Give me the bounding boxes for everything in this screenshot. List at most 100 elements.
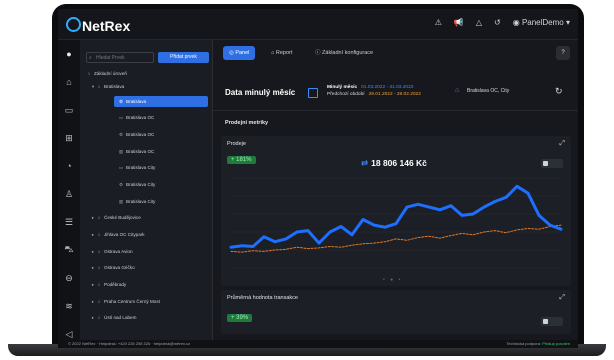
- gear-icon: ⚙: [118, 99, 124, 104]
- store-icon: ⌂: [97, 265, 101, 270]
- tree-leaf-label: Bratislava OC: [126, 149, 155, 154]
- chart-icon[interactable]: ◔: [58, 152, 80, 180]
- tree-node[interactable]: ▸ ⌂ Jihlava OC Citypark: [90, 229, 145, 240]
- tab-panel[interactable]: ◎ Panel: [223, 46, 256, 60]
- change-badge: + 39%: [227, 314, 253, 322]
- tree-leaf[interactable]: ▭ Bratislava OC: [118, 112, 155, 123]
- chart-bar-icon: ▥: [118, 199, 124, 204]
- carousel-dots[interactable]: • ● •: [383, 277, 402, 283]
- tree-leaf[interactable]: ▥ Bratislava OC: [118, 146, 155, 157]
- info-icon: ⓘ: [315, 50, 323, 56]
- store-icon[interactable]: ⌂: [58, 68, 80, 96]
- help-button[interactable]: ?: [556, 46, 570, 60]
- tree-root-label: Základní úroveň: [94, 71, 127, 76]
- card-title: Průměrná hodnota transakce: [227, 295, 298, 301]
- megaphone-icon[interactable]: 📢: [454, 18, 464, 27]
- tree-node-bratislava[interactable]: ▾ ⌂ Bratislava: [90, 81, 124, 92]
- store-icon[interactable]: ⌂: [455, 87, 459, 94]
- tree-root[interactable]: ⌂ Základní úroveň: [86, 68, 127, 79]
- tree-node-label: Praha Centrum Černý Most: [104, 299, 160, 304]
- store-icon: ⌂: [97, 215, 101, 220]
- info-icon[interactable]: ●: [58, 40, 80, 68]
- tree-node[interactable]: ▸ ⌂ Ostrava Géčko: [90, 262, 135, 273]
- search-icon: ⌕: [89, 55, 92, 61]
- chart-toggle[interactable]: [541, 317, 563, 326]
- tree-leaf-selected[interactable]: ⚙ Bratislava: [114, 96, 208, 107]
- toggle-knob: [543, 319, 548, 324]
- calendar-icon[interactable]: [308, 88, 318, 98]
- expand-icon[interactable]: ⤢: [559, 294, 565, 302]
- home-icon: ⌂: [87, 71, 91, 76]
- tree-leaf-label: Bratislava City: [126, 165, 156, 170]
- tree-leaf-label: Bratislava: [126, 99, 147, 104]
- tree-leaf-label: Bratislava City: [126, 182, 156, 187]
- store-icon: ⌂: [97, 315, 101, 320]
- selected-shop[interactable]: Bratislava OC, City: [467, 88, 509, 94]
- tree-node[interactable]: ▸ ⌂ Poděbrady: [90, 279, 126, 290]
- refresh-icon[interactable]: ↻: [555, 86, 563, 97]
- sales-line-chart: [229, 177, 563, 269]
- series-previous-line: [230, 224, 562, 253]
- period-ranges[interactable]: Minulý měsíc 01.03.2022 - 31.03.2022 Před…: [327, 84, 421, 98]
- tree-node[interactable]: ▸ ⌂ Praha Centrum Černý Most: [90, 296, 160, 307]
- footer-support: Technická podpora: Přístup povolen: [506, 341, 570, 346]
- tree-leaf-label: Bratislava OC: [126, 132, 155, 137]
- wifi-icon[interactable]: ≋: [58, 292, 80, 320]
- tree-leaf[interactable]: ▥ Bratislava City: [118, 196, 156, 207]
- sales-total-value: 18 806 146 Kč: [371, 158, 427, 168]
- history-icon[interactable]: ↺: [494, 18, 501, 27]
- search-input[interactable]: ⌕ Hledat Prvek: [86, 52, 154, 63]
- tab-label: Základní konfigurace: [322, 50, 374, 56]
- tree-leaf-label: Bratislava OC: [126, 115, 155, 120]
- series-current-line: [229, 184, 563, 249]
- camera-icon: ▭: [118, 115, 124, 120]
- current-period-label: Minulý měsíc: [327, 85, 358, 90]
- alert-icon[interactable]: △: [476, 18, 482, 27]
- store-icon: ⌂: [97, 299, 101, 304]
- expand-icon[interactable]: ⤢: [559, 140, 565, 148]
- tree-node-label: Ostrava Avion: [104, 249, 133, 254]
- section-title: Prodejní metriky: [225, 120, 269, 126]
- icon-rail: ● ⌂ ▭ ⊞ ◔ ♙ ☰ ⛍ ⊖ ≋ ◁: [58, 40, 81, 340]
- list-icon[interactable]: ☰: [58, 208, 80, 236]
- main-panel: ◎ Panel ⌂ Report ⓘ Základní konfigurace …: [213, 40, 578, 340]
- chart-toggle[interactable]: [541, 159, 563, 168]
- grid-icon[interactable]: ⊞: [58, 124, 80, 152]
- sales-card: Prodeje ⤢ + 181% ⇄ 18 806 146 Kč • ● •: [221, 136, 571, 286]
- tree-leaf[interactable]: ⚙ Bratislava City: [118, 179, 155, 190]
- camera-icon[interactable]: ▭: [58, 96, 80, 124]
- tree-leaf[interactable]: ▭ Bratislava City: [118, 162, 156, 173]
- data-period-bar: Data minulý měsíc Minulý měsíc 01.03.2022…: [213, 84, 578, 111]
- location-tree: ⌕ Hledat Prvek Přidat prvek ⌂ Základní úro…: [80, 40, 213, 340]
- search-placeholder: Hledat Prvek: [96, 55, 125, 61]
- brand-logo[interactable]: NetRex: [66, 17, 130, 34]
- footer: © 2022 NetRex · Helpdesk: +420 226 258 3…: [58, 340, 578, 348]
- warning-triangle-icon[interactable]: ⚠: [435, 18, 442, 27]
- brand-name: NetRex: [82, 18, 131, 34]
- add-item-button[interactable]: Přidat prvek: [158, 52, 209, 63]
- tab-label: Panel: [235, 50, 250, 56]
- car-icon[interactable]: ⊖: [58, 264, 80, 292]
- previous-period-label: Předchozí období: [327, 92, 365, 97]
- user-menu[interactable]: ◉ PanelDemo ▾: [513, 18, 570, 27]
- card-title: Prodeje: [227, 141, 246, 147]
- tab-basic-config[interactable]: ⓘ Základní konfigurace: [309, 46, 379, 60]
- tree-node[interactable]: ▸ ⌂ Ostrava Avion: [90, 246, 133, 257]
- tree-node-label: Jihlava OC Citypark: [104, 232, 145, 237]
- tree-node-label: Ústí nad Labem: [104, 315, 137, 320]
- tree-node[interactable]: ▸ ⌂ České Budějovice: [90, 212, 141, 223]
- gear-icon: ⚙: [118, 132, 124, 137]
- tab-report[interactable]: ⌂ Report: [265, 46, 298, 60]
- user-icon: ◉: [512, 18, 522, 27]
- tree-node[interactable]: ▸ ⌂ Ústí nad Labem: [90, 312, 137, 323]
- page-title: Data minulý měsíc: [225, 88, 296, 97]
- cart-icon[interactable]: ⛍: [58, 236, 80, 264]
- support-status: Přístup povolen: [542, 341, 570, 346]
- previous-period-range: 29.01.2022 - 28.02.2022: [368, 92, 421, 97]
- user-name: PanelDemo: [521, 18, 564, 27]
- person-icon[interactable]: ♙: [58, 180, 80, 208]
- tree-leaf[interactable]: ⚙ Bratislava OC: [118, 129, 154, 140]
- store-icon: ⌂: [97, 282, 101, 287]
- avg-transaction-card: Průměrná hodnota transakce ⤢ + 39%: [221, 290, 571, 334]
- logo-ring-icon: [66, 17, 81, 32]
